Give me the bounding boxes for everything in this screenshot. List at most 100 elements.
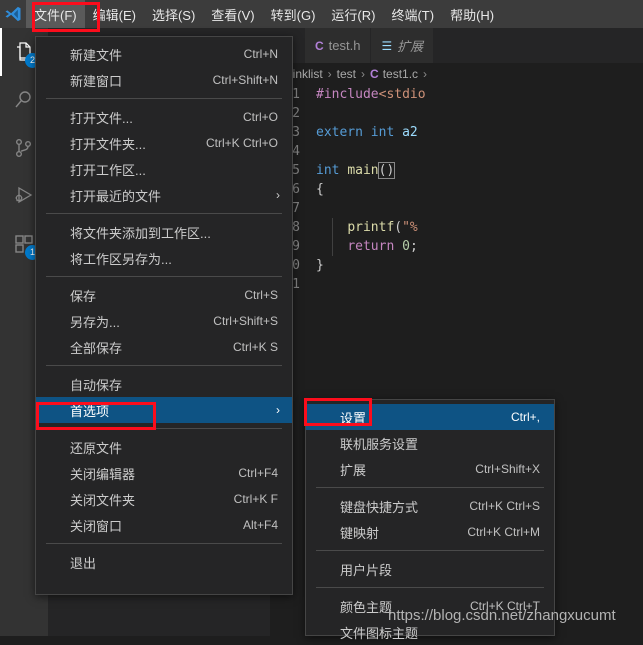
code-line[interactable]: 11 — [270, 275, 643, 294]
file-menu-rows: 新建文件 Ctrl+N 新建窗口 Ctrl+Shift+N 打开文件... Ctrl+O 打… — [36, 41, 292, 575]
menu-item-label: 关闭窗口 — [70, 518, 123, 534]
code-text: return 0; — [347, 239, 418, 254]
menubar-item-view[interactable]: 查看(V) — [203, 0, 262, 28]
breadcrumb-part-linklist[interactable]: linklist — [290, 67, 323, 81]
settings-file-icon: ☰ — [381, 38, 393, 53]
code-line[interactable]: 3 extern int a2 — [270, 123, 643, 142]
code-line[interactable]: 2 — [270, 104, 643, 123]
submenu-item-keyboard-shortcuts[interactable]: 键盘快捷方式 Ctrl+K Ctrl+S — [306, 493, 554, 519]
menu-item-add-folder-to-workspace[interactable]: 将文件夹添加到工作区... — [36, 219, 292, 245]
breadcrumb-part-file[interactable]: test1.c — [383, 67, 418, 81]
menu-item-shortcut: Ctrl+K Ctrl+O — [205, 136, 278, 150]
menu-item-label: 新建文件 — [70, 47, 123, 63]
c-file-icon: C — [370, 67, 379, 81]
submenu-item-color-theme[interactable]: 颜色主题 Ctrl+K Ctrl+T — [306, 593, 554, 619]
submenu-item-online-services-settings[interactable]: 联机服务设置 — [306, 430, 554, 456]
menu-item-save[interactable]: 保存 Ctrl+S — [36, 282, 292, 308]
code-line[interactable]: 7 — [270, 199, 643, 218]
vscode-logo-svg — [5, 6, 21, 22]
submenu-item-extensions[interactable]: 扩展 Ctrl+Shift+X — [306, 456, 554, 482]
menubar-item-file[interactable]: 文件(F) — [26, 0, 85, 28]
menu-item-label: 另存为... — [70, 314, 120, 330]
code-line[interactable]: 9 return 0; — [270, 237, 643, 256]
preferences-submenu-panel[interactable]: 设置 Ctrl+, 联机服务设置扩展 Ctrl+Shift+X 键盘快捷方式 Ctrl+K… — [305, 399, 555, 641]
code-text: int main() — [316, 162, 396, 179]
menu-item-label: 关闭文件夹 — [70, 492, 136, 508]
menubar-item-help[interactable]: 帮助(H) — [442, 0, 502, 28]
menu-separator — [46, 98, 282, 99]
menu-item-label: 将文件夹添加到工作区... — [70, 225, 211, 241]
menubar-item-edit[interactable]: 编辑(E) — [85, 0, 144, 28]
breadcrumb[interactable]: linklist › test › C test1.c › — [270, 63, 643, 85]
submenu-item-keymaps[interactable]: 键映射 Ctrl+K Ctrl+M — [306, 519, 554, 545]
code-editor[interactable]: 1 #include<stdio 2 3 extern int a2 4 5 int main… — [270, 85, 643, 415]
code-line-list: 1 #include<stdio 2 3 extern int a2 4 5 int main… — [270, 85, 643, 294]
menu-item-label: 联机服务设置 — [340, 436, 419, 452]
menu-item-close-folder[interactable]: 关闭文件夹 Ctrl+K F — [36, 486, 292, 512]
menu-item-label: 设置 — [340, 410, 367, 426]
code-line[interactable]: 8 printf("% — [270, 218, 643, 237]
menu-item-open-recent[interactable]: 打开最近的文件 › — [36, 182, 292, 208]
menubar-item-run[interactable]: 运行(R) — [323, 0, 383, 28]
menubar-item-label: 运行(R) — [331, 7, 376, 23]
code-text: printf("% — [347, 220, 418, 235]
menu-item-save-all[interactable]: 全部保存 Ctrl+K S — [36, 334, 292, 360]
menu-item-label: 打开文件... — [70, 110, 133, 126]
submenu-item-user-snippets[interactable]: 用户片段 — [306, 556, 554, 582]
chevron-right-icon: › — [327, 67, 332, 81]
menu-item-label: 打开最近的文件 — [70, 188, 162, 204]
menu-item-shortcut: Ctrl+K Ctrl+T — [469, 599, 540, 613]
menu-separator — [46, 543, 282, 544]
menu-item-shortcut: Ctrl+F4 — [238, 466, 278, 480]
menu-item-new-file[interactable]: 新建文件 Ctrl+N — [36, 41, 292, 67]
breadcrumb-part-test[interactable]: test — [337, 67, 356, 81]
menu-item-shortcut: Ctrl+K S — [232, 340, 278, 354]
menu-item-new-window[interactable]: 新建窗口 Ctrl+Shift+N — [36, 67, 292, 93]
source-control-icon — [15, 139, 31, 157]
menu-item-label: 颜色主题 — [340, 599, 393, 615]
editor-tab-label: 扩展 — [397, 39, 424, 54]
code-line[interactable]: 5 int main() — [270, 161, 643, 180]
menu-separator — [46, 428, 282, 429]
menu-item-save-workspace-as[interactable]: 将工作区另存为... — [36, 245, 292, 271]
menubar-item-label: 编辑(E) — [92, 7, 136, 23]
c-file-icon: C — [315, 38, 324, 53]
menu-item-revert-file[interactable]: 还原文件 — [36, 434, 292, 460]
menu-item-shortcut: Ctrl+, — [510, 410, 540, 424]
search-icon — [15, 91, 31, 108]
menu-item-close-editor[interactable]: 关闭编辑器 Ctrl+F4 — [36, 460, 292, 486]
menu-item-open-file[interactable]: 打开文件... Ctrl+O — [36, 104, 292, 130]
menu-item-open-folder[interactable]: 打开文件夹... Ctrl+K Ctrl+O — [36, 130, 292, 156]
menu-item-exit[interactable]: 退出 — [36, 549, 292, 575]
menubar-item-selection[interactable]: 选择(S) — [144, 0, 203, 28]
menu-separator — [316, 587, 544, 588]
code-text: #include<stdio — [316, 87, 426, 102]
editor-tab-test-h[interactable]: C test.h — [305, 28, 372, 63]
code-line[interactable]: 10} — [270, 256, 643, 275]
menubar-item-terminal[interactable]: 终端(T) — [383, 0, 442, 28]
editor-tab-bar: ⋯ C test.h ☰ 扩展 — [270, 28, 643, 63]
code-text: { — [316, 182, 324, 197]
menu-separator — [46, 365, 282, 366]
submenu-item-file-icon-theme[interactable]: 文件图标主题 — [306, 619, 554, 645]
code-line[interactable]: 4 — [270, 142, 643, 161]
editor-tab-extensions[interactable]: ☰ 扩展 — [371, 28, 435, 63]
menubar-item-go[interactable]: 转到(G) — [263, 0, 324, 28]
code-line[interactable]: 1 #include<stdio — [270, 85, 643, 104]
menu-item-open-workspace[interactable]: 打开工作区... — [36, 156, 292, 182]
menubar-item-label: 查看(V) — [211, 7, 255, 23]
menu-item-save-as[interactable]: 另存为... Ctrl+Shift+S — [36, 308, 292, 334]
menu-item-preferences[interactable]: 首选项 › — [36, 397, 292, 423]
file-menu-panel[interactable]: 新建文件 Ctrl+N 新建窗口 Ctrl+Shift+N 打开文件... Ctrl+O 打… — [35, 36, 293, 595]
chevron-right-icon: › — [276, 188, 280, 202]
code-line[interactable]: 6{ — [270, 180, 643, 199]
menu-item-auto-save[interactable]: 自动保存 — [36, 371, 292, 397]
menu-item-shortcut: Ctrl+Shift+S — [213, 314, 278, 328]
menu-item-label: 保存 — [70, 288, 97, 304]
submenu-item-settings[interactable]: 设置 Ctrl+, — [306, 404, 554, 430]
menu-bar-items: 文件(F) 编辑(E) 选择(S) 查看(V) 转到(G) 运行(R) 终端(T) 帮助(H) — [26, 0, 502, 28]
menu-item-close-window[interactable]: 关闭窗口 Alt+F4 — [36, 512, 292, 538]
